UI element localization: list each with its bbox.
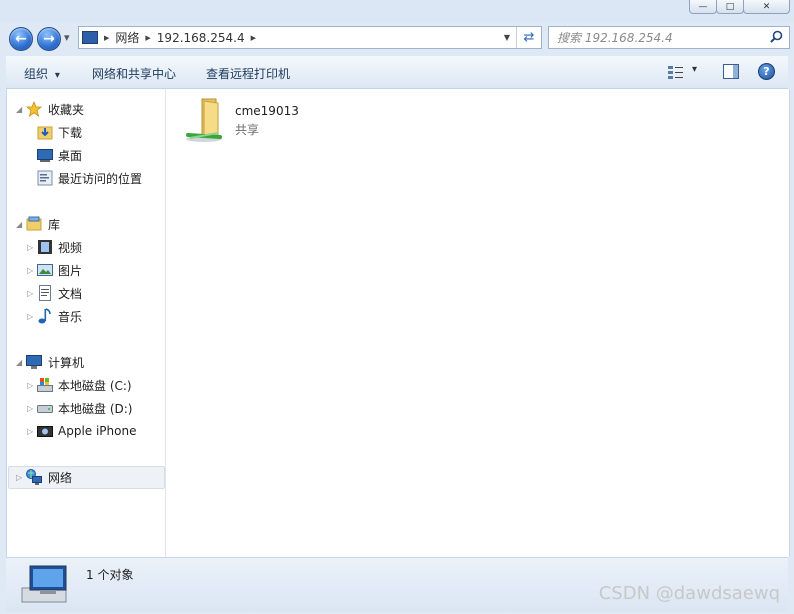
nav-item-desktop[interactable]: 桌面	[7, 145, 165, 165]
pictures-icon	[37, 264, 53, 276]
view-options-button[interactable]: ▾	[668, 64, 697, 82]
maximize-button[interactable]: □	[716, 0, 744, 14]
collapsed-arrow-icon[interactable]: ▷	[27, 404, 33, 413]
computer-icon	[26, 355, 42, 369]
view-details-icon	[668, 66, 683, 79]
nav-group-label: 网络	[48, 470, 73, 485]
star-icon	[26, 101, 42, 117]
folder-type: 共享	[235, 123, 260, 137]
address-dropdown-button[interactable]: ▼	[504, 33, 510, 42]
network-icon	[26, 469, 42, 485]
nav-item-documents[interactable]: ▷ 文档	[7, 283, 165, 303]
help-button[interactable]: ?	[758, 63, 775, 80]
collapsed-arrow-icon[interactable]: ▷	[27, 312, 33, 321]
nav-item-apple-iphone[interactable]: ▷ Apple iPhone	[7, 421, 165, 441]
network-center-button[interactable]: 网络和共享中心	[92, 65, 176, 82]
navigation-bar: ← → ▾ ▶ 网络 ▶ 192.168.254.4 ▶ ▼ ⇄ 搜索 192.…	[0, 22, 794, 54]
expand-arrow-icon[interactable]: ◢	[16, 105, 22, 114]
breadcrumb-host[interactable]: 192.168.254.4	[157, 31, 245, 45]
recent-places-icon	[37, 170, 53, 186]
downloads-folder-icon	[37, 126, 53, 140]
collapsed-arrow-icon[interactable]: ▷	[27, 381, 33, 390]
nav-item-drive-c[interactable]: ▷ 本地磁盘 (C:)	[7, 375, 165, 395]
document-icon	[39, 285, 51, 301]
folder-name: cme19013	[235, 104, 299, 118]
chevron-down-icon: ▾	[692, 64, 698, 75]
computer-network-icon	[82, 31, 98, 44]
nav-item-label: 音乐	[58, 309, 83, 324]
forward-button[interactable]: →	[37, 27, 61, 51]
nav-item-label: 下载	[58, 125, 83, 140]
nav-item-pictures[interactable]: ▷ 图片	[7, 260, 165, 280]
hard-drive-icon	[37, 405, 53, 413]
collapsed-arrow-icon[interactable]: ▷	[27, 243, 33, 252]
preview-pane-button[interactable]	[723, 64, 739, 82]
nav-item-videos[interactable]: ▷ 视频	[7, 237, 165, 257]
video-icon	[38, 240, 52, 254]
file-list: cme19013 共享	[166, 89, 788, 557]
search-box[interactable]: 搜索 192.168.254.4	[548, 26, 790, 49]
help-icon: ?	[763, 65, 770, 78]
address-bar[interactable]: ▶ 网络 ▶ 192.168.254.4 ▶ ▼ ⇄	[78, 26, 542, 49]
watermark: CSDN @dawdsaewq	[598, 583, 780, 604]
desktop-icon	[37, 149, 53, 162]
collapsed-arrow-icon[interactable]: ▷	[16, 473, 22, 482]
collapsed-arrow-icon[interactable]: ▷	[27, 427, 33, 436]
nav-item-recent-places[interactable]: 最近访问的位置	[7, 168, 165, 188]
nav-item-label: 桌面	[58, 148, 83, 163]
nav-item-label: Apple iPhone	[58, 424, 137, 438]
back-button[interactable]: ←	[9, 27, 33, 51]
library-icon	[26, 216, 42, 231]
nav-item-label: 最近访问的位置	[58, 171, 143, 186]
collapsed-arrow-icon[interactable]: ▷	[27, 266, 33, 275]
expand-arrow-icon[interactable]: ◢	[16, 220, 22, 229]
close-button[interactable]: ✕	[743, 0, 790, 14]
preview-pane-icon	[723, 64, 739, 79]
nav-group-favorites[interactable]: ◢ 收藏夹	[7, 99, 165, 119]
nav-item-label: 文档	[58, 286, 83, 301]
breadcrumb-separator[interactable]: ▶	[251, 34, 256, 42]
expand-arrow-icon[interactable]: ◢	[16, 358, 22, 367]
recent-pages-button[interactable]: ▾	[64, 31, 70, 44]
search-input[interactable]: 搜索 192.168.254.4	[557, 29, 770, 46]
status-item-count: 1 个对象	[86, 568, 134, 582]
collapsed-arrow-icon[interactable]: ▷	[27, 289, 33, 298]
nav-group-network[interactable]: ▷ 网络	[7, 467, 165, 487]
breadcrumb-network[interactable]: 网络	[115, 29, 139, 46]
nav-item-label: 本地磁盘 (C:)	[58, 378, 132, 393]
network-computer-icon	[21, 565, 67, 603]
shared-folder-icon	[186, 98, 222, 142]
nav-item-label: 本地磁盘 (D:)	[58, 401, 133, 416]
nav-item-label: 视频	[58, 240, 83, 255]
organize-button[interactable]: 组织 ▾	[24, 65, 60, 82]
music-note-icon	[38, 308, 51, 324]
nav-group-computer[interactable]: ◢ 计算机	[7, 352, 165, 372]
nav-item-downloads[interactable]: 下载	[7, 122, 165, 142]
system-drive-icon	[37, 378, 53, 392]
breadcrumb-separator[interactable]: ▶	[145, 34, 150, 42]
search-icon[interactable]	[770, 30, 783, 46]
nav-item-music[interactable]: ▷ 音乐	[7, 306, 165, 326]
camera-device-icon	[37, 426, 53, 437]
chevron-down-icon: ▾	[54, 70, 60, 81]
explorer-content: ◢ 收藏夹 下载 桌面 最近访问的位置 ◢ 库 ▷ 视频 ▷ 图片 ▷ 文档 ▷…	[6, 89, 790, 557]
organize-label: 组织	[24, 67, 49, 81]
title-bar: — □ ✕	[0, 0, 794, 22]
nav-group-label: 计算机	[48, 355, 85, 370]
refresh-button[interactable]: ⇄	[516, 27, 541, 48]
view-printers-button[interactable]: 查看远程打印机	[206, 65, 290, 82]
navigation-pane: ◢ 收藏夹 下载 桌面 最近访问的位置 ◢ 库 ▷ 视频 ▷ 图片 ▷ 文档 ▷…	[7, 89, 166, 557]
nav-group-label: 库	[48, 217, 61, 232]
nav-item-label: 图片	[58, 263, 83, 278]
minimize-button[interactable]: —	[689, 0, 717, 14]
shared-folder-item[interactable]: cme19013 共享	[182, 93, 312, 145]
nav-group-label: 收藏夹	[48, 102, 85, 117]
command-bar: 组织 ▾ 网络和共享中心 查看远程打印机 ▾ ?	[6, 56, 788, 89]
nav-group-libraries[interactable]: ◢ 库	[7, 214, 165, 234]
breadcrumb-separator[interactable]: ▶	[104, 34, 109, 42]
nav-item-drive-d[interactable]: ▷ 本地磁盘 (D:)	[7, 398, 165, 418]
